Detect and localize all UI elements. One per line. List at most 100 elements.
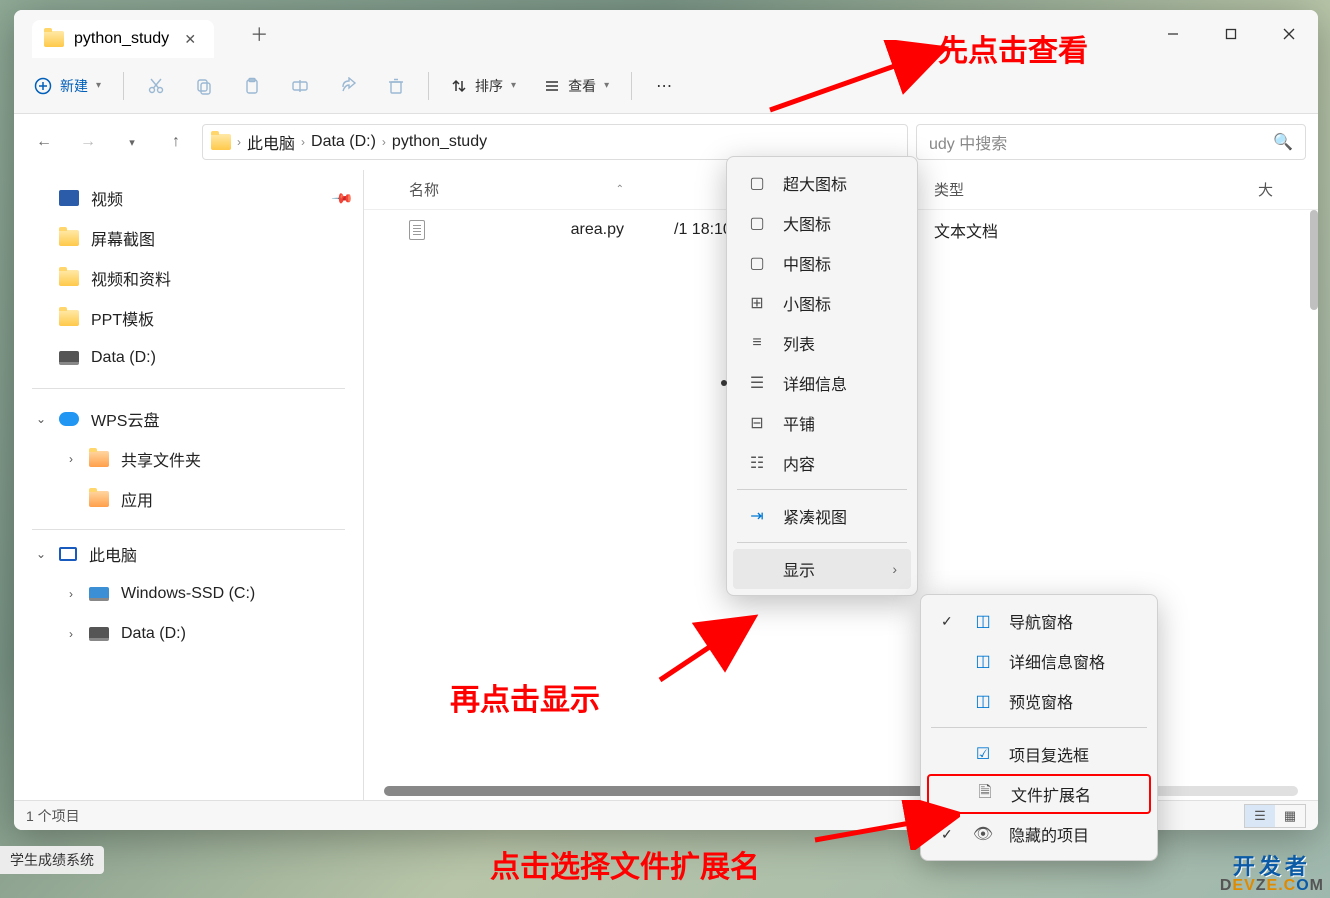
checkbox-icon: ☑ [973, 744, 993, 764]
file-name: area.py [571, 221, 624, 239]
sidebar-item-drive-d[interactable]: ›Data (D:) [14, 614, 363, 654]
sidebar-item-videos[interactable]: 视频📌 [14, 178, 363, 218]
sidebar-item-thispc[interactable]: ⌄此电脑 [14, 534, 363, 574]
menu-show[interactable]: 显示› [733, 549, 911, 589]
close-window-button[interactable] [1260, 10, 1318, 58]
chevron-right-icon: › [892, 561, 897, 577]
address-bar: ← → ▾ ↑ › 此电脑 › Data (D:) › python_study… [14, 114, 1318, 170]
view-button[interactable]: 查看 ▾ [532, 66, 621, 106]
sort-button[interactable]: 排序 ▾ [439, 66, 528, 106]
up-button[interactable]: ↑ [158, 124, 194, 160]
drive-icon [89, 627, 109, 641]
chevron-right-icon[interactable]: › [62, 587, 80, 601]
folder-icon [211, 134, 231, 150]
menu-medium-icons[interactable]: ▢中图标 [733, 243, 911, 283]
details-view-button[interactable]: ☰ [1245, 805, 1275, 827]
menu-navigation-pane[interactable]: ✓◫导航窗格 [927, 601, 1151, 641]
cut-button[interactable] [134, 66, 178, 106]
maximize-button[interactable] [1202, 10, 1260, 58]
view-toggle: ☰ ▦ [1244, 804, 1306, 828]
menu-tiles[interactable]: ⊟平铺 [733, 403, 911, 443]
show-submenu: ✓◫导航窗格 ◫详细信息窗格 ◫预览窗格 ☑项目复选框 🗎文件扩展名 ✓👁隐藏的… [920, 594, 1158, 861]
display-icon: ▢ [747, 173, 767, 193]
menu-content[interactable]: ☷内容 [733, 443, 911, 483]
column-size-header[interactable]: 大 [1258, 179, 1318, 200]
close-tab-button[interactable]: ✕ [176, 25, 204, 53]
check-icon: ✓ [941, 826, 957, 843]
menu-hidden-items[interactable]: ✓👁隐藏的项目 [927, 814, 1151, 854]
sidebar-item-videosdata[interactable]: 视频和资料 [14, 258, 363, 298]
tab-title: python_study [74, 30, 169, 48]
chevron-right-icon[interactable]: › [62, 627, 80, 641]
sidebar-item-drive-c[interactable]: ›Windows-SSD (C:) [14, 574, 363, 614]
column-name-header[interactable]: 名称⌃ [364, 179, 644, 200]
menu-compact[interactable]: ⇥紧凑视图 [733, 496, 911, 536]
video-folder-icon [59, 190, 79, 206]
tab-python-study[interactable]: python_study ✕ [32, 20, 214, 58]
search-input[interactable]: udy 中搜索 🔍 [916, 124, 1306, 160]
new-tab-button[interactable]: ＋ [239, 18, 279, 50]
folder-icon [59, 270, 79, 286]
menu-details[interactable]: ☰详细信息 [733, 363, 911, 403]
column-type-header[interactable]: 类型 [924, 179, 1258, 200]
back-button[interactable]: ← [26, 124, 62, 160]
rename-button[interactable] [278, 66, 322, 106]
navigation-pane[interactable]: 视频📌 屏幕截图 视频和资料 PPT模板 Data (D:) ⌄WPS云盘 ›共… [14, 170, 364, 800]
chevron-right-icon[interactable]: › [62, 452, 80, 466]
eye-icon: 👁 [973, 824, 993, 844]
share-button[interactable] [326, 66, 370, 106]
breadcrumb-drive[interactable]: Data (D:) [311, 133, 376, 151]
window-controls [1144, 10, 1318, 58]
forward-button[interactable]: → [70, 124, 106, 160]
sidebar-item-ppt[interactable]: PPT模板 [14, 298, 363, 338]
sidebar-item-wps[interactable]: ⌄WPS云盘 [14, 399, 363, 439]
sidebar-item-datad[interactable]: Data (D:) [14, 338, 363, 378]
folder-icon [59, 230, 79, 246]
titlebar: python_study ✕ ＋ [14, 10, 1318, 58]
breadcrumb-thispc[interactable]: 此电脑 [247, 130, 295, 154]
chevron-down-icon[interactable]: ⌄ [32, 547, 50, 561]
sidebar-item-screenshots[interactable]: 屏幕截图 [14, 218, 363, 258]
breadcrumb-folder[interactable]: python_study [392, 133, 487, 151]
sort-icon [451, 78, 467, 94]
sidebar-item-apps[interactable]: 应用 [14, 479, 363, 519]
menu-file-extensions[interactable]: 🗎文件扩展名 [927, 774, 1151, 814]
taskbar-app[interactable]: 学生成绩系统 [0, 846, 104, 874]
menu-small-icons[interactable]: ⊞小图标 [733, 283, 911, 323]
delete-button[interactable] [374, 66, 418, 106]
menu-details-pane[interactable]: ◫详细信息窗格 [927, 641, 1151, 681]
sidebar-item-shared[interactable]: ›共享文件夹 [14, 439, 363, 479]
folder-icon [44, 31, 64, 47]
copy-icon [195, 77, 213, 95]
item-count: 1 个项目 [26, 806, 80, 826]
recent-locations-button[interactable]: ▾ [114, 124, 150, 160]
new-button[interactable]: 新建 ▾ [22, 66, 113, 106]
file-type: 文本文档 [924, 218, 1258, 242]
menu-list[interactable]: ≡列表 [733, 323, 911, 363]
menu-large-icons[interactable]: ▢大图标 [733, 203, 911, 243]
file-icon: 🗎 [975, 781, 995, 808]
cloud-icon [59, 412, 79, 426]
chevron-down-icon[interactable]: ⌄ [32, 412, 50, 426]
grid-view-button[interactable]: ▦ [1275, 805, 1305, 827]
share-icon [339, 77, 357, 95]
pane-icon: ◫ [973, 691, 993, 711]
copy-button[interactable] [182, 66, 226, 106]
display-icon: ▢ [747, 253, 767, 273]
pane-icon: ◫ [973, 651, 993, 671]
minimize-button[interactable] [1144, 10, 1202, 58]
display-icon: ▢ [747, 213, 767, 233]
breadcrumb[interactable]: › 此电脑 › Data (D:) › python_study [202, 124, 908, 160]
horizontal-scrollbar[interactable] [384, 786, 1298, 796]
menu-preview-pane[interactable]: ◫预览窗格 [927, 681, 1151, 721]
menu-item-checkboxes[interactable]: ☑项目复选框 [927, 734, 1151, 774]
check-icon: ✓ [941, 613, 957, 630]
monitor-icon [59, 547, 77, 561]
folder-icon [89, 491, 109, 507]
folder-icon [59, 310, 79, 326]
paste-button[interactable] [230, 66, 274, 106]
menu-extra-large-icons[interactable]: ▢超大图标 [733, 163, 911, 203]
more-button[interactable]: ⋯ [642, 66, 686, 106]
scissors-icon [147, 77, 165, 95]
folder-icon [89, 451, 109, 467]
